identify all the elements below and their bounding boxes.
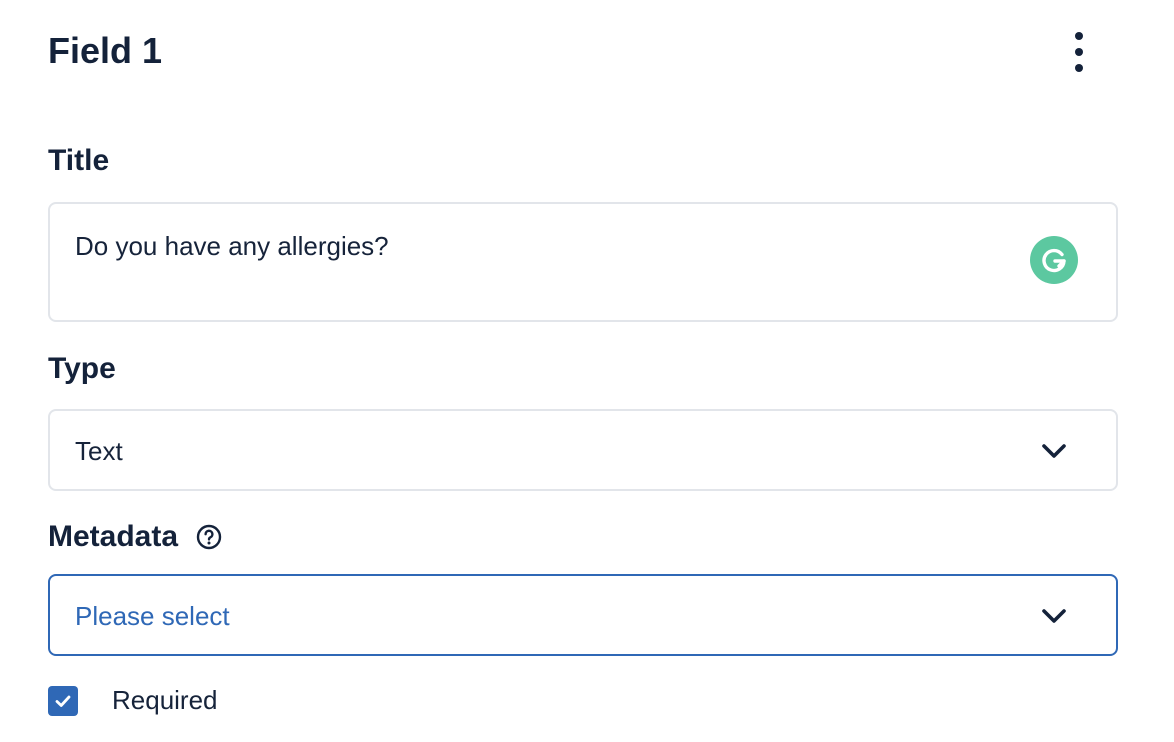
type-select[interactable]: Text xyxy=(48,409,1118,491)
title-label: Title xyxy=(48,144,110,177)
chevron-down-icon xyxy=(1042,609,1066,623)
metadata-select[interactable]: Please select xyxy=(48,574,1118,656)
kebab-dot xyxy=(1075,32,1083,40)
required-checkbox[interactable] xyxy=(48,686,78,716)
grammarly-glyph xyxy=(1042,248,1066,273)
title-textarea-value[interactable]: Do you have any allergies? xyxy=(75,230,389,262)
card-title: Field 1 xyxy=(48,30,163,71)
checkmark-icon xyxy=(55,695,71,707)
title-textarea[interactable]: Do you have any allergies? xyxy=(48,202,1118,322)
metadata-select-placeholder: Please select xyxy=(75,601,230,631)
type-label: Type xyxy=(48,352,116,385)
kebab-dot xyxy=(1075,48,1083,56)
kebab-menu-icon[interactable] xyxy=(1064,28,1094,76)
kebab-dot xyxy=(1075,64,1083,72)
help-circle-icon[interactable] xyxy=(196,524,222,550)
type-select-value: Text xyxy=(75,436,123,466)
metadata-label: Metadata xyxy=(48,520,179,553)
metadata-label-row: Metadata xyxy=(48,519,222,555)
chevron-down-icon xyxy=(1042,444,1066,458)
required-label[interactable]: Required xyxy=(112,684,218,716)
grammarly-icon[interactable] xyxy=(1030,236,1078,284)
